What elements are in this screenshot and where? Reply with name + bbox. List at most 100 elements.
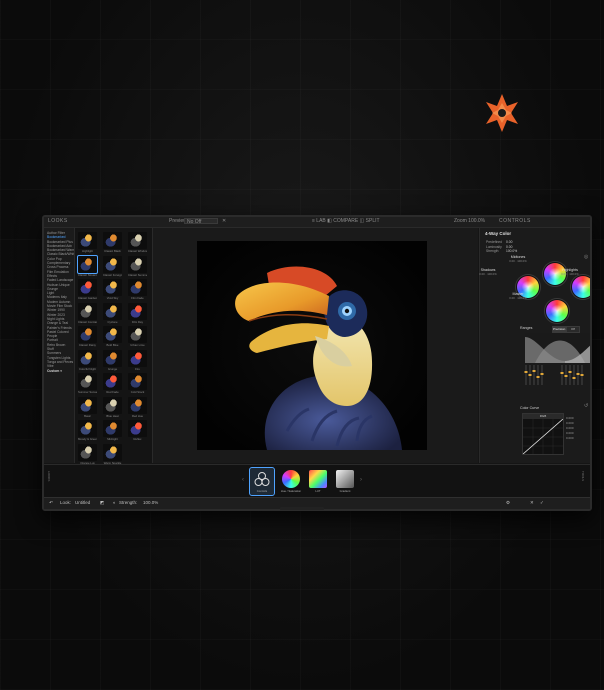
look-thumbnail-label: Reflex [133,437,142,441]
app-window: LOOKS Preview No Off ✕ ≡ LAB ◧ COMPARE ◫… [42,215,592,511]
look-thumbnail-image [128,232,147,249]
category-item[interactable]: Faded Landscape [44,278,74,282]
hue-saturation-icon [282,470,300,488]
look-thumbnail-label: Red Fade [106,390,119,394]
tool-hue-saturation[interactable]: Hue / Saturation [279,468,303,495]
look-thumbnail-image [78,420,97,437]
look-thumbnail[interactable]: Warm Sparkle [103,443,122,466]
look-thumbnail-image [128,326,147,343]
look-thumbnail[interactable]: Film Day [128,302,147,325]
color-curve-editor[interactable]: RGB [522,413,564,455]
look-thumbnail[interactable]: Classic Black [103,232,122,254]
tool-controls-label: Controls [256,489,268,493]
look-thumbnail[interactable]: Moody & Green [78,420,97,442]
look-thumbnail-label: Colorful Night [79,366,96,371]
look-thumbnail[interactable]: Fire [128,349,147,372]
look-thumbnail-label: Midnight [107,437,118,441]
look-thumbnail[interactable]: Red Fade [103,373,122,395]
panel-param-label: Luminosity [486,244,502,249]
look-thumbnail[interactable]: Vivid Sky [103,279,122,301]
close-icon[interactable]: ✕ [222,218,226,224]
look-thumbnail[interactable]: Urban Lime [128,326,147,348]
wheel-sub-midtones: 0.00 · 100.0% [509,259,527,263]
look-thumbnail[interactable]: Blue Heat [103,396,122,419]
next-arrow-icon[interactable]: › [360,477,362,483]
panel-param-value: 0.00 [506,244,513,249]
panel-param-row[interactable]: Predefined 0.00 [486,240,512,244]
look-thumbnail-label: Classic Contrast [78,319,97,324]
look-thumbnail-label: Basic [84,413,91,418]
side-tab-right[interactable]: TOOLS [581,471,585,481]
look-thumbnail[interactable]: Orange Lux [78,443,97,466]
strength-value[interactable]: 100.0% [143,500,158,505]
look-thumbnail[interactable]: Summer Sunset [78,373,97,395]
wheel-sub-shadows: 0.00 · 100.0% [479,272,497,276]
view-tools[interactable]: ≡ LAB ◧ COMPARE ◫ SPLIT [312,218,380,224]
look-thumbnail-image [103,373,122,390]
category-item[interactable]: Custom ▾ [44,369,74,373]
side-tab-left[interactable]: LOOKS [47,471,51,481]
look-thumbnail[interactable]: Reflex [128,420,147,442]
look-thumbnail[interactable]: Bold Blue [103,326,122,348]
look-thumbnail-label: Film Fade [131,296,144,300]
master-color-wheel[interactable] [546,300,568,322]
look-thumbnail[interactable]: Basic [78,396,97,419]
cancel-icon[interactable]: ✕ [530,500,534,506]
highlights-color-wheel[interactable] [572,276,590,298]
look-thumbnail-image [128,349,147,367]
look-thumbnail[interactable]: Colorful Night [78,349,97,372]
panel-param-value: 0.00 [506,240,513,244]
look-thumbnail[interactable]: Cyclone [103,302,122,325]
look-thumbnail[interactable]: Classic Streaming [77,254,98,278]
look-thumbnail[interactable]: Classic Rainy [78,326,97,348]
look-thumbnail[interactable]: Cold Stock [128,373,147,395]
panel-param-row[interactable]: Strength 100.0% [486,249,517,253]
look-name[interactable]: Untitled [75,500,90,505]
look-thumbnail[interactable]: Midnight [103,420,122,442]
look-thumbnail[interactable]: Classic Windows [128,232,147,254]
reset-icon[interactable]: ↺ [584,403,588,409]
preview-dropdown[interactable]: No Off [184,218,218,225]
look-thumbnail[interactable]: Grunge [103,349,122,372]
gear-icon[interactable]: ⚙ [506,500,510,506]
look-thumbnail-image [128,279,147,296]
ranges-label: Ranges [520,326,533,330]
look-thumbnail[interactable]: Classic Foreign [103,255,122,278]
look-thumbnail[interactable]: Film Fade [128,279,147,301]
panel-param-label: Strength [486,249,499,253]
ranges-graph[interactable] [525,333,592,363]
range-sliders[interactable] [524,365,588,385]
tool-gradient[interactable]: Gradient [333,468,357,495]
strength-label: Strength: [119,500,138,505]
look-thumbnail-label: Film Day [131,319,144,324]
look-thumbnail-label: Urban Lime [130,343,145,347]
look-thumbnail-image [78,326,97,343]
look-thumbnail-image [103,420,122,437]
look-thumbnail-image [103,232,122,249]
hornbill-photo [197,241,427,450]
prev-arrow-icon[interactable]: ‹ [242,477,244,483]
look-thumbnail-label: Moody & Green [78,437,97,441]
panel-param-row[interactable]: Luminosity 0.00 [486,244,512,249]
settings-icon[interactable]: ◎ [584,254,588,260]
look-thumbnail-image [103,396,122,414]
ranges-off-button[interactable]: Off [566,326,580,333]
look-thumbnail[interactable]: Classic Garden [78,279,97,301]
undo-icon[interactable]: ↶ [49,500,53,506]
look-thumbnail[interactable]: Red Hue [128,396,147,419]
color-curve-label: Color Curve [520,406,540,410]
zoom-readout[interactable]: Zoom 100.0% [454,218,485,224]
apply-check-icon[interactable]: ✓ [540,500,544,506]
look-thumbnail[interactable]: Highlight [78,232,97,254]
look-thumbnail[interactable]: Classic Summer [128,255,147,278]
looks-thumbnail-panel: Highlight Classic Black Classic Windows Cla… [75,228,153,466]
look-thumbnail-image [128,396,147,414]
tool-controls[interactable]: Controls [249,467,275,496]
tool-lut[interactable]: LUT [306,468,330,495]
image-canvas[interactable] [153,228,478,463]
look-thumbnail[interactable]: Classic Contrast [78,302,97,325]
tool-gradient-label: Gradient [339,489,351,493]
tool-strip: LOOKS TOOLS ‹ › Controls Hue / Saturatio… [44,464,590,498]
mask-icon[interactable]: ◩ [100,500,104,506]
ranges-precision-button[interactable]: Precision [552,326,566,333]
